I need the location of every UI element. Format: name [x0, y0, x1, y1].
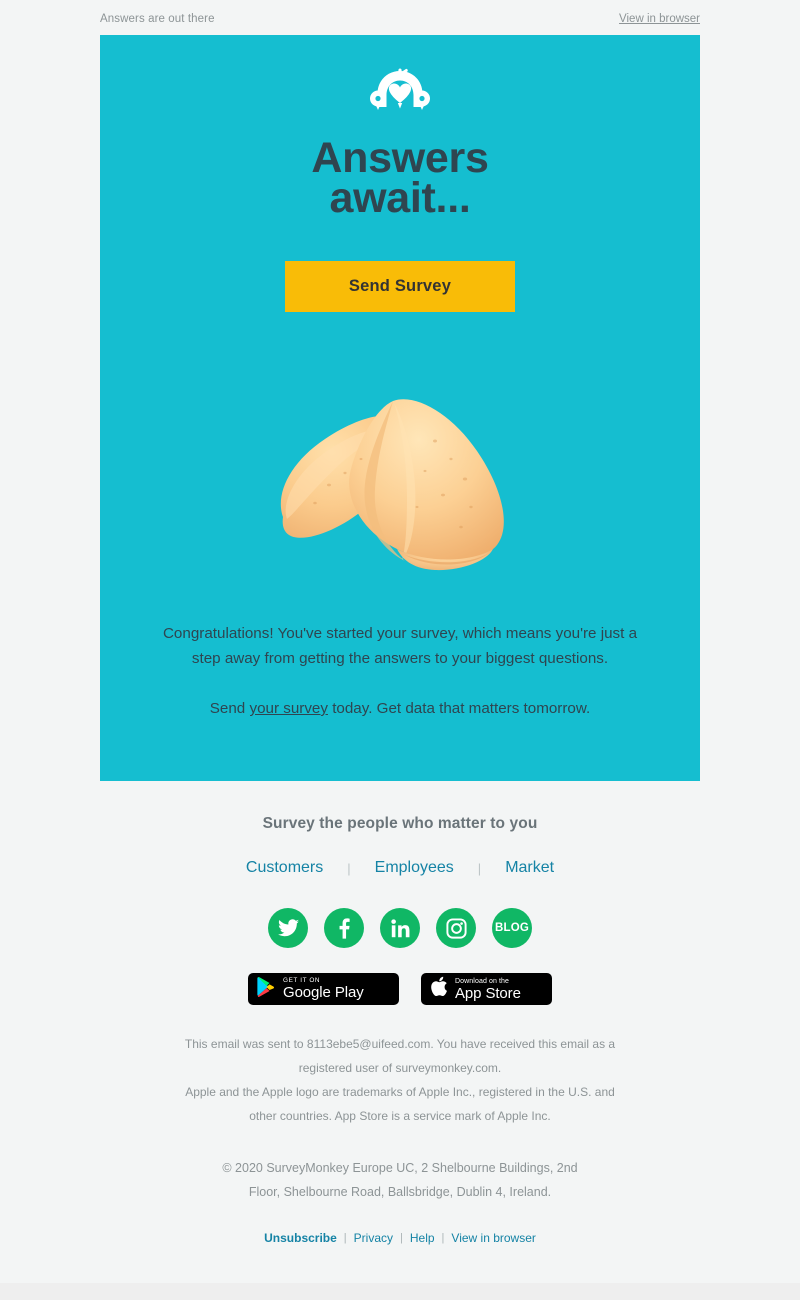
unsubscribe-link[interactable]: Unsubscribe: [264, 1231, 337, 1245]
your-survey-link[interactable]: your survey: [249, 700, 328, 717]
footer-link-customers[interactable]: Customers: [246, 859, 323, 877]
footer: Survey the people who matter to you Cust…: [100, 781, 700, 1245]
hero-paragraph-2: Send your survey today. Get data that ma…: [148, 696, 652, 721]
bottom-strip: [0, 1283, 800, 1300]
bottom-separator: |: [441, 1232, 445, 1244]
instagram-icon: [445, 917, 467, 939]
view-in-browser-link-bottom[interactable]: View in browser: [451, 1231, 535, 1245]
surveymonkey-logo: [369, 67, 431, 117]
google-play-big-text: Google Play: [283, 984, 364, 1002]
fortune-cookies-photo: [100, 357, 700, 622]
google-play-icon: [257, 976, 276, 1002]
social-link-twitter[interactable]: [268, 908, 308, 948]
twitter-icon: [277, 919, 299, 937]
linkedin-icon: [390, 918, 410, 938]
footer-link-market[interactable]: Market: [505, 859, 554, 877]
legal-text: This email was sent to 8113ebe5@uifeed.c…: [100, 1032, 700, 1128]
nav-separator: |: [347, 860, 351, 876]
preheader-text: Answers are out there: [100, 13, 215, 25]
social-link-facebook[interactable]: [324, 908, 364, 948]
social-link-linkedin[interactable]: [380, 908, 420, 948]
bottom-separator: |: [400, 1232, 403, 1244]
legal-line-1: This email was sent to 8113ebe5@uifeed.c…: [184, 1037, 616, 1051]
facebook-icon: [339, 917, 350, 939]
app-store-big-text: App Store: [455, 984, 521, 1002]
legal-line-3: Apple and the Apple logo are trademarks …: [185, 1085, 615, 1099]
hero-copy: Congratulations! You've started your sur…: [148, 621, 652, 721]
footer-link-employees[interactable]: Employees: [375, 859, 454, 877]
preheader: Answers are out there View in browser: [100, 9, 700, 29]
social-link-blog[interactable]: BLOG: [492, 908, 532, 948]
copyright-text: © 2020 SurveyMonkey Europe UC, 2 Shelbou…: [100, 1156, 700, 1204]
copyright-line-1: © 2020 SurveyMonkey Europe UC, 2 Shelbou…: [222, 1161, 578, 1175]
blog-icon: BLOG: [494, 922, 530, 934]
footer-nav: Customers | Employees | Market: [100, 859, 700, 877]
social-row: BLOG: [100, 908, 700, 948]
view-in-browser-link-top[interactable]: View in browser: [619, 13, 700, 25]
legal-line-4: other countries. App Store is a service …: [249, 1109, 551, 1123]
email-page: Answers are out there View in browser An…: [0, 0, 800, 1300]
help-link[interactable]: Help: [410, 1231, 435, 1245]
google-play-badge-text: GET IT ON Google Play: [283, 977, 364, 1002]
google-play-badge[interactable]: GET IT ON Google Play: [248, 973, 399, 1005]
hero-paragraph-1: Congratulations! You've started your sur…: [162, 625, 638, 667]
nav-separator: |: [477, 860, 482, 876]
app-store-small-text: Download on the: [455, 977, 510, 985]
app-store-badge[interactable]: Download on the App Store: [421, 973, 552, 1005]
cta-wrap: Send Survey: [100, 261, 700, 312]
hero-paragraph-2-after: today. Get data that matters tomorrow.: [327, 700, 591, 717]
logo-wrap: [100, 67, 700, 117]
app-badges-row: GET IT ON Google Play Download on the Ap…: [100, 973, 700, 1005]
footer-bottom-links: Unsubscribe | Privacy | Help | View in b…: [100, 1231, 700, 1245]
hero-paragraph-2-before: Send: [209, 700, 250, 717]
legal-line-2: registered user of surveymonkey.com.: [298, 1061, 502, 1075]
bottom-separator: |: [343, 1232, 347, 1244]
copyright-line-2: Floor, Shelbourne Road, Ballsbridge, Dub…: [248, 1185, 552, 1199]
hero-card: Answers await... Send Survey Congratulat…: [100, 35, 700, 781]
social-link-instagram[interactable]: [436, 908, 476, 948]
app-store-badge-text: Download on the App Store: [455, 978, 521, 1001]
footer-heading: Survey the people who matter to you: [262, 815, 538, 832]
hero-title-line2: await...: [329, 174, 471, 222]
privacy-link[interactable]: Privacy: [354, 1231, 393, 1245]
send-survey-button[interactable]: Send Survey: [285, 261, 515, 312]
hero-title: Answers await...: [100, 137, 700, 222]
apple-icon: [430, 976, 448, 1002]
